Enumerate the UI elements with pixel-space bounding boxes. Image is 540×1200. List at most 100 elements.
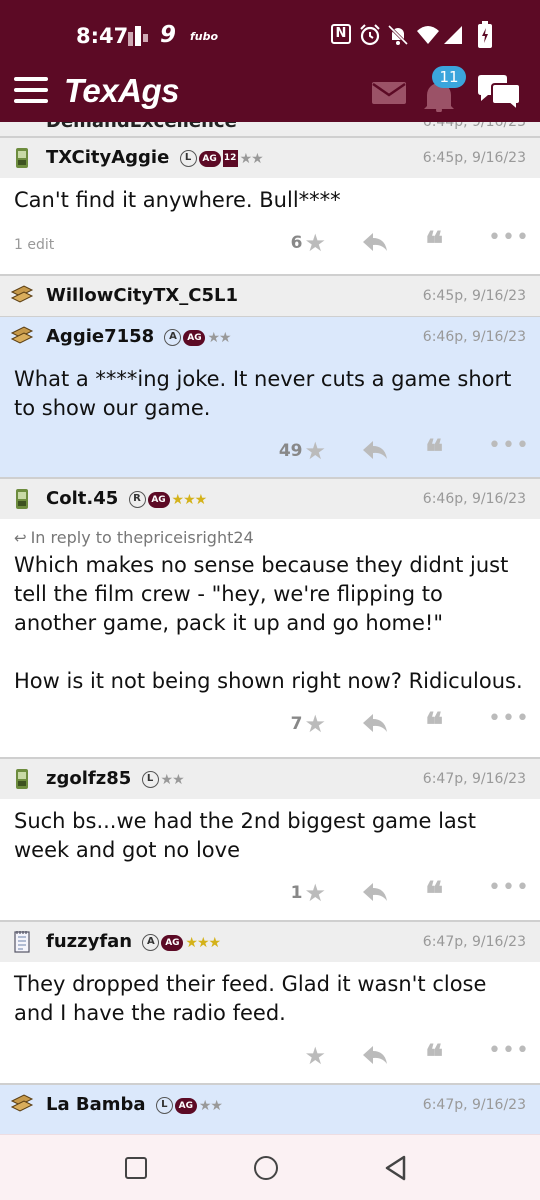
wood-avatar-icon <box>10 326 34 344</box>
username[interactable]: DemandExcellence <box>46 122 237 132</box>
thread-feed[interactable]: DemandExcellence 6:44p, 9/16/23 TXCityAg… <box>0 122 540 1134</box>
phone-avatar-icon <box>16 769 28 789</box>
badge-12th-man: 12 <box>222 150 238 167</box>
quote-icon[interactable]: ❝ <box>425 709 443 743</box>
post-item: TXCityAggie L AG 12 ★★ 6:45p, 9/16/23 Can't… <box>0 138 540 276</box>
badge-l: L <box>141 771 159 788</box>
post-username-row: TXCityAggie L AG 12 ★★ <box>46 147 264 169</box>
post-header: Colt.45 R AG ★★★ 6:46p, 9/16/23 <box>0 479 540 519</box>
rating-stars: ★★ <box>239 150 264 167</box>
reply-arrow-icon[interactable] <box>362 439 388 461</box>
mail-icon[interactable] <box>372 82 406 104</box>
post-timestamp: 6:47p, 9/16/23 <box>422 771 526 787</box>
more-dots-icon[interactable]: ••• <box>488 433 530 458</box>
rating-stars: ★★ <box>198 1097 223 1114</box>
post-actions: ★ ❝ ••• <box>0 1028 540 1086</box>
post-actions: 1★ ❝ ••• <box>0 865 540 923</box>
post-header: TXCityAggie L AG 12 ★★ 6:45p, 9/16/23 <box>0 138 540 178</box>
like-button[interactable]: ★ <box>302 1042 326 1070</box>
reply-arrow-icon[interactable] <box>362 712 388 734</box>
star-icon: ★ <box>304 710 326 738</box>
post-header: WillowCityTX_C5L1 6:45p, 9/16/23 <box>0 276 540 316</box>
wood-avatar-icon <box>10 285 34 303</box>
username[interactable]: TXCityAggie <box>46 147 169 168</box>
post-actions: 7★ ❝ ••• <box>0 696 540 754</box>
cell-signal-icon <box>444 26 462 44</box>
notification-count-badge[interactable]: 11 <box>432 66 466 88</box>
star-icon: ★ <box>304 229 326 257</box>
post-username-row: Colt.45 R AG ★★★ <box>46 488 207 510</box>
reply-arrow-icon[interactable] <box>362 881 388 903</box>
home-button[interactable] <box>254 1156 278 1180</box>
post-timestamp: 6:44p, 9/16/23 <box>422 122 526 130</box>
post-item: La Bamba L AG ★★ 6:47p, 9/16/23 <box>0 1085 540 1134</box>
hamburger-menu-icon[interactable] <box>14 77 48 103</box>
post-paragraph: Which makes no sense because they didnt … <box>14 553 509 635</box>
reply-arrow-icon[interactable] <box>362 231 388 253</box>
phone-avatar-icon <box>16 148 28 168</box>
signal-bars-icon <box>128 26 148 46</box>
badge-ag: AG <box>174 1097 197 1114</box>
like-button[interactable]: 7★ <box>291 710 326 738</box>
post-body: ↩ In reply to thepriceisright24 Which mak… <box>0 519 540 696</box>
post-timestamp: 6:47p, 9/16/23 <box>422 934 526 950</box>
edit-note[interactable]: 1 edit <box>14 237 54 253</box>
post-timestamp: 6:47p, 9/16/23 <box>422 1097 526 1113</box>
badge-l: L <box>179 150 197 167</box>
app-logo[interactable]: TexAgs <box>64 72 179 110</box>
system-nav-bar <box>0 1134 540 1200</box>
rating-stars: ★★★ <box>185 934 221 951</box>
post-username-row: La Bamba L AG ★★ <box>46 1094 223 1116</box>
more-dots-icon[interactable]: ••• <box>488 706 530 731</box>
like-button[interactable]: 6★ <box>291 229 326 257</box>
quote-icon[interactable]: ❝ <box>425 436 443 470</box>
top-bar: 8:47 9 fubo N TexAgs 11 <box>0 0 540 122</box>
username[interactable]: zgolfz85 <box>46 768 131 789</box>
chat-bubbles-icon[interactable] <box>476 74 522 114</box>
more-dots-icon[interactable]: ••• <box>488 1038 530 1063</box>
post-item: zgolfz85 L ★★ 6:47p, 9/16/23 Such bs...we… <box>0 759 540 922</box>
username[interactable]: Aggie7158 <box>46 326 154 347</box>
quote-icon[interactable]: ❝ <box>425 228 443 262</box>
app-bar: TexAgs 11 <box>0 66 540 122</box>
more-dots-icon[interactable]: ••• <box>488 225 530 250</box>
status-bar: 8:47 9 fubo N <box>0 0 540 70</box>
in-reply-to-link[interactable]: ↩ In reply to thepriceisright24 <box>14 527 526 549</box>
quote-icon[interactable]: ❝ <box>425 1041 443 1075</box>
star-icon: ★ <box>304 437 326 465</box>
rating-stars: ★★ <box>160 771 185 788</box>
like-button[interactable]: 49★ <box>279 437 326 465</box>
more-dots-icon[interactable]: ••• <box>488 875 530 900</box>
quote-icon[interactable]: ❝ <box>425 878 443 912</box>
fubo-app-icon: fubo <box>190 30 219 43</box>
post-timestamp: 6:45p, 9/16/23 <box>422 288 526 304</box>
post-actions: 1 edit 6★ ❝ ••• <box>0 215 540 273</box>
badge-r: R <box>128 491 146 508</box>
recents-button[interactable] <box>125 1157 147 1179</box>
star-icon: ★ <box>304 1042 326 1070</box>
username[interactable]: La Bamba <box>46 1094 146 1115</box>
post-body: Can't find it anywhere. Bull**** <box>14 188 341 212</box>
back-button[interactable] <box>384 1155 408 1181</box>
post-username-row: zgolfz85 L ★★ <box>46 768 185 790</box>
post-username-row: fuzzyfan A AG ★★★ <box>46 931 221 953</box>
notepad-avatar-icon <box>14 931 30 953</box>
like-button[interactable]: 1★ <box>291 879 326 907</box>
wood-avatar-icon <box>10 1094 34 1112</box>
post-header: Aggie7158 A AG ★★ 6:46p, 9/16/23 <box>0 317 540 357</box>
username[interactable]: WillowCityTX_C5L1 <box>46 285 238 306</box>
wifi-icon <box>417 26 439 44</box>
like-count: 6 <box>290 233 303 253</box>
username[interactable]: fuzzyfan <box>46 931 132 952</box>
post-item-collapsed[interactable]: WillowCityTX_C5L1 6:45p, 9/16/23 <box>0 276 540 317</box>
badge-ag: AG <box>183 329 206 346</box>
battery-charging-icon <box>478 21 492 48</box>
post-actions: 49★ ❝ ••• <box>0 423 540 481</box>
reply-arrow-icon[interactable] <box>362 1044 388 1066</box>
post-header: fuzzyfan A AG ★★★ 6:47p, 9/16/23 <box>0 922 540 962</box>
reply-arrow-icon: ↩ <box>14 529 27 547</box>
username[interactable]: Colt.45 <box>46 488 118 509</box>
badge-ag: AG <box>198 150 221 167</box>
alarm-icon <box>360 24 380 46</box>
post-body: Such bs...we had the 2nd biggest game la… <box>14 809 476 862</box>
